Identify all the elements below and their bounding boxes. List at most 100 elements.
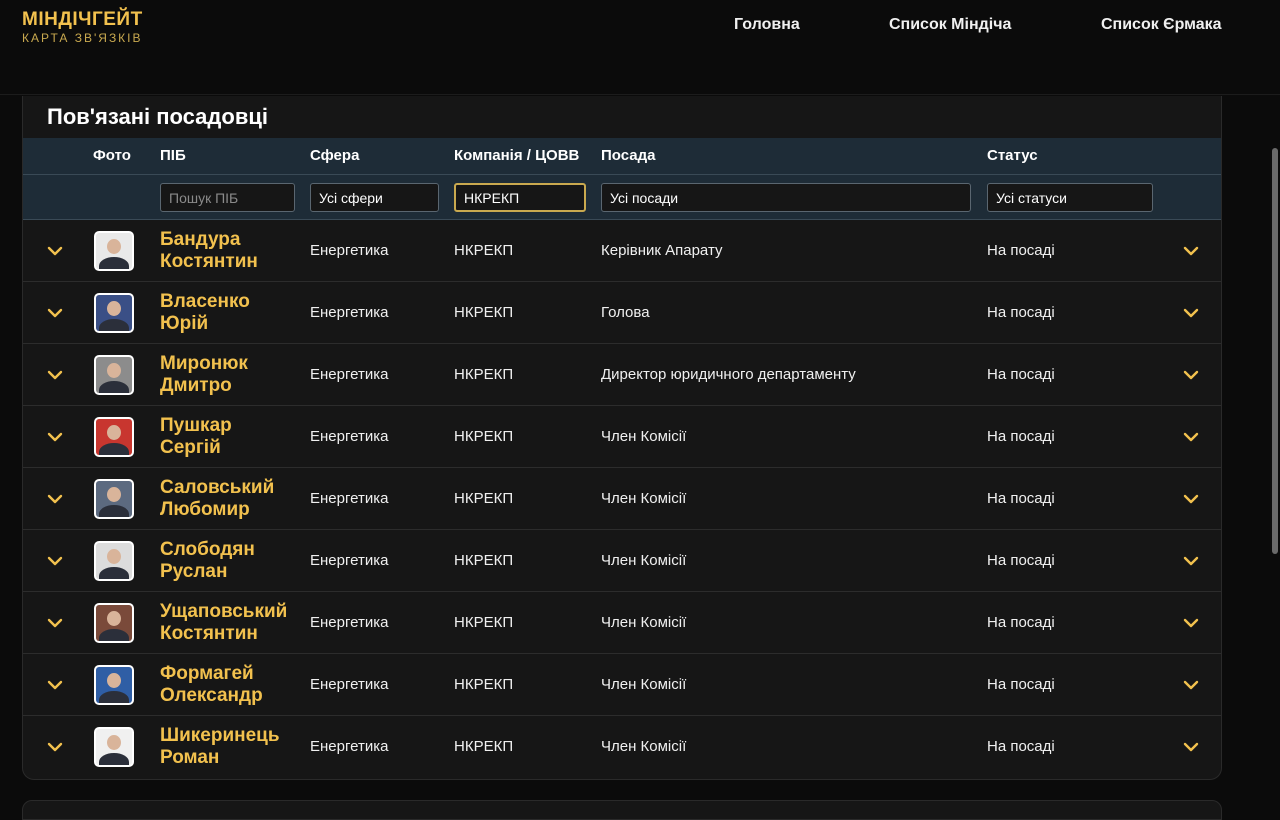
- expand-row-chevron-icon[interactable]: [46, 428, 64, 446]
- table-row[interactable]: Ущаповський Костянтин Енергетика НКРЕКП Член…: [23, 592, 1221, 654]
- row-details-chevron-icon[interactable]: [1182, 304, 1200, 322]
- official-company: НКРЕКП: [454, 676, 514, 693]
- official-company: НКРЕКП: [454, 428, 514, 445]
- table-row[interactable]: Миронюк Дмитро Енергетика НКРЕКП Директор юр…: [23, 344, 1221, 406]
- official-status: На посаді: [987, 304, 1055, 321]
- official-company: НКРЕКП: [454, 366, 514, 383]
- official-sphere: Енергетика: [310, 490, 389, 507]
- official-sphere: Енергетика: [310, 366, 389, 383]
- official-sphere: Енергетика: [310, 242, 389, 259]
- official-company: НКРЕКП: [454, 304, 514, 321]
- official-sphere: Енергетика: [310, 428, 389, 445]
- official-first-name: Олександр: [160, 685, 263, 706]
- row-details-chevron-icon[interactable]: [1182, 676, 1200, 694]
- official-first-name: Любомир: [160, 499, 250, 520]
- official-name-link[interactable]: Ущаповський Костянтин: [160, 601, 305, 645]
- table-row[interactable]: Пушкар Сергій Енергетика НКРЕКП Член Комісії…: [23, 406, 1221, 468]
- official-name-link[interactable]: Слободян Руслан: [160, 539, 305, 583]
- expand-row-chevron-icon[interactable]: [46, 738, 64, 756]
- site-logo[interactable]: МІНДІЧГЕЙТ КАРТА ЗВ'ЯЗКІВ: [22, 9, 143, 44]
- official-photo[interactable]: [94, 603, 134, 643]
- official-position: Член Комісії: [601, 490, 687, 507]
- official-photo[interactable]: [94, 665, 134, 705]
- column-header-photo: Фото: [93, 147, 131, 164]
- official-status: На посаді: [987, 738, 1055, 755]
- official-position: Член Комісії: [601, 738, 687, 755]
- top-navigation-bar: МІНДІЧГЕЙТ КАРТА ЗВ'ЯЗКІВ Головна Список…: [0, 0, 1280, 95]
- column-header-company: Компанія / ЦОВВ: [454, 147, 580, 164]
- nav-link-yermak-list[interactable]: Список Єрмака: [1101, 16, 1222, 34]
- column-header-status: Статус: [987, 147, 1038, 164]
- official-first-name: Юрій: [160, 313, 209, 334]
- official-name-link[interactable]: Власенко Юрій: [160, 291, 305, 335]
- official-position: Член Комісії: [601, 428, 687, 445]
- official-name-link[interactable]: Формагей Олександр: [160, 663, 305, 707]
- position-filter-input[interactable]: [601, 183, 971, 212]
- table-row[interactable]: Саловський Любомир Енергетика НКРЕКП Член Ко…: [23, 468, 1221, 530]
- official-last-name: Миронюк: [160, 353, 248, 374]
- official-photo[interactable]: [94, 355, 134, 395]
- table-row[interactable]: Шикеринець Роман Енергетика НКРЕКП Член Комі…: [23, 716, 1221, 778]
- official-first-name: Костянтин: [160, 623, 258, 644]
- official-name-link[interactable]: Пушкар Сергій: [160, 415, 305, 459]
- official-name-link[interactable]: Саловський Любомир: [160, 477, 305, 521]
- expand-row-chevron-icon[interactable]: [46, 614, 64, 632]
- column-header-position: Посада: [601, 147, 656, 164]
- official-photo[interactable]: [94, 417, 134, 457]
- official-sphere: Енергетика: [310, 676, 389, 693]
- official-last-name: Саловський: [160, 477, 275, 498]
- official-status: На посаді: [987, 242, 1055, 259]
- official-name-link[interactable]: Бандура Костянтин: [160, 229, 305, 273]
- official-photo[interactable]: [94, 231, 134, 271]
- official-first-name: Сергій: [160, 437, 221, 458]
- nav-link-mindich-list[interactable]: Список Міндіча: [889, 16, 1011, 34]
- expand-row-chevron-icon[interactable]: [46, 676, 64, 694]
- row-details-chevron-icon[interactable]: [1182, 490, 1200, 508]
- table-row[interactable]: Формагей Олександр Енергетика НКРЕКП Член Ко…: [23, 654, 1221, 716]
- officials-table-card: Пов'язані посадовці Фото ПІБ Сфера Компа…: [22, 96, 1222, 780]
- official-last-name: Бандура: [160, 229, 241, 250]
- table-filters-row: [23, 174, 1221, 220]
- sphere-filter-input[interactable]: [310, 183, 439, 212]
- official-last-name: Формагей: [160, 663, 254, 684]
- official-photo[interactable]: [94, 727, 134, 767]
- company-filter-input[interactable]: [454, 183, 586, 212]
- official-company: НКРЕКП: [454, 614, 514, 631]
- official-name-link[interactable]: Шикеринець Роман: [160, 725, 305, 769]
- row-details-chevron-icon[interactable]: [1182, 428, 1200, 446]
- column-header-sphere: Сфера: [310, 147, 360, 164]
- official-company: НКРЕКП: [454, 552, 514, 569]
- official-company: НКРЕКП: [454, 242, 514, 259]
- status-filter-input[interactable]: [987, 183, 1153, 212]
- row-details-chevron-icon[interactable]: [1182, 242, 1200, 260]
- official-photo[interactable]: [94, 541, 134, 581]
- page-scrollbar[interactable]: [1272, 148, 1278, 554]
- row-details-chevron-icon[interactable]: [1182, 738, 1200, 756]
- table-row[interactable]: Бандура Костянтин Енергетика НКРЕКП Керівник…: [23, 220, 1221, 282]
- expand-row-chevron-icon[interactable]: [46, 366, 64, 384]
- table-row[interactable]: Слободян Руслан Енергетика НКРЕКП Член Коміс…: [23, 530, 1221, 592]
- expand-row-chevron-icon[interactable]: [46, 242, 64, 260]
- official-status: На посаді: [987, 676, 1055, 693]
- official-last-name: Пушкар: [160, 415, 232, 436]
- row-details-chevron-icon[interactable]: [1182, 366, 1200, 384]
- official-position: Голова: [601, 304, 650, 321]
- official-position: Член Комісії: [601, 614, 687, 631]
- official-status: На посаді: [987, 552, 1055, 569]
- official-photo[interactable]: [94, 479, 134, 519]
- name-search-input[interactable]: [160, 183, 295, 212]
- row-details-chevron-icon[interactable]: [1182, 552, 1200, 570]
- table-header: Фото ПІБ Сфера Компанія / ЦОВВ Посада Ст…: [23, 138, 1221, 174]
- nav-link-home[interactable]: Головна: [734, 16, 800, 34]
- row-details-chevron-icon[interactable]: [1182, 614, 1200, 632]
- expand-row-chevron-icon[interactable]: [46, 304, 64, 322]
- official-name-link[interactable]: Миронюк Дмитро: [160, 353, 305, 397]
- expand-row-chevron-icon[interactable]: [46, 552, 64, 570]
- expand-row-chevron-icon[interactable]: [46, 490, 64, 508]
- official-photo[interactable]: [94, 293, 134, 333]
- table-row[interactable]: Власенко Юрій Енергетика НКРЕКП Голова На пос…: [23, 282, 1221, 344]
- official-status: На посаді: [987, 490, 1055, 507]
- logo-title: МІНДІЧГЕЙТ: [22, 9, 143, 30]
- official-sphere: Енергетика: [310, 614, 389, 631]
- next-section-card: [22, 800, 1222, 820]
